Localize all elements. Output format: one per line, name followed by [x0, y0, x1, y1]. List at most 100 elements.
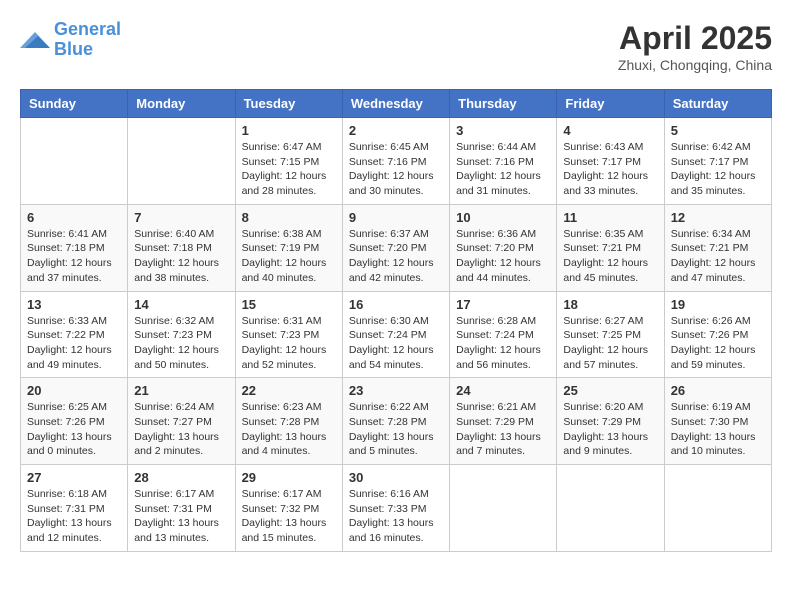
calendar-cell: 5Sunrise: 6:42 AMSunset: 7:17 PMDaylight…	[664, 118, 771, 205]
calendar-cell: 7 Sunrise: 6:40 AMSunset: 7:18 PMDaylight…	[128, 204, 235, 291]
day-number: 12	[671, 210, 765, 225]
day-info: Sunrise: 6:43 AMSunset: 7:17 PMDaylight:…	[563, 140, 657, 199]
day-number: 23	[349, 383, 443, 398]
calendar-cell	[664, 465, 771, 552]
day-info: Sunrise: 6:18 AMSunset: 7:31 PMDaylight:…	[27, 487, 121, 546]
day-number: 29	[242, 470, 336, 485]
day-number: 20	[27, 383, 121, 398]
calendar-cell	[128, 118, 235, 205]
day-number: 25	[563, 383, 657, 398]
calendar-cell: 9 Sunrise: 6:37 AMSunset: 7:20 PMDaylight…	[342, 204, 449, 291]
day-info: Sunrise: 6:35 AMSunset: 7:21 PMDaylight:…	[563, 227, 657, 286]
calendar-week-row: 13Sunrise: 6:33 AMSunset: 7:22 PMDayligh…	[21, 291, 772, 378]
calendar-cell: 2 Sunrise: 6:45 AMSunset: 7:16 PMDaylight…	[342, 118, 449, 205]
day-info: Sunrise: 6:37 AMSunset: 7:20 PMDaylight:…	[349, 227, 443, 286]
day-info: Sunrise: 6:42 AMSunset: 7:17 PMDaylight:…	[671, 140, 765, 199]
calendar-cell	[450, 465, 557, 552]
day-number: 11	[563, 210, 657, 225]
col-thursday: Thursday	[450, 90, 557, 118]
day-info: Sunrise: 6:45 AMSunset: 7:16 PMDaylight:…	[349, 140, 443, 199]
day-number: 30	[349, 470, 443, 485]
day-info: Sunrise: 6:26 AMSunset: 7:26 PMDaylight:…	[671, 314, 765, 373]
day-number: 1	[242, 123, 336, 138]
day-number: 22	[242, 383, 336, 398]
calendar-cell: 11 Sunrise: 6:35 AMSunset: 7:21 PMDayligh…	[557, 204, 664, 291]
calendar-cell: 28Sunrise: 6:17 AMSunset: 7:31 PMDayligh…	[128, 465, 235, 552]
day-number: 17	[456, 297, 550, 312]
calendar-cell: 12 Sunrise: 6:34 AMSunset: 7:21 PMDayligh…	[664, 204, 771, 291]
calendar-cell: 29 Sunrise: 6:17 AMSunset: 7:32 PMDayligh…	[235, 465, 342, 552]
day-info: Sunrise: 6:41 AMSunset: 7:18 PMDaylight:…	[27, 227, 121, 286]
day-info: Sunrise: 6:22 AMSunset: 7:28 PMDaylight:…	[349, 400, 443, 459]
logo-text: General Blue	[54, 20, 121, 60]
calendar-table: Sunday Monday Tuesday Wednesday Thursday…	[20, 89, 772, 552]
day-number: 16	[349, 297, 443, 312]
day-info: Sunrise: 6:19 AMSunset: 7:30 PMDaylight:…	[671, 400, 765, 459]
col-tuesday: Tuesday	[235, 90, 342, 118]
day-number: 6	[27, 210, 121, 225]
day-number: 8	[242, 210, 336, 225]
day-number: 9	[349, 210, 443, 225]
calendar-cell: 10Sunrise: 6:36 AMSunset: 7:20 PMDayligh…	[450, 204, 557, 291]
calendar-cell: 17 Sunrise: 6:28 AMSunset: 7:24 PMDayligh…	[450, 291, 557, 378]
calendar-cell: 25 Sunrise: 6:20 AMSunset: 7:29 PMDayligh…	[557, 378, 664, 465]
day-info: Sunrise: 6:20 AMSunset: 7:29 PMDaylight:…	[563, 400, 657, 459]
calendar-week-row: 27 Sunrise: 6:18 AMSunset: 7:31 PMDayligh…	[21, 465, 772, 552]
calendar-cell: 8Sunrise: 6:38 AMSunset: 7:19 PMDaylight…	[235, 204, 342, 291]
logo: General Blue	[20, 20, 121, 60]
title-block: April 2025 Zhuxi, Chongqing, China	[618, 20, 772, 73]
calendar-week-row: 20 Sunrise: 6:25 AMSunset: 7:26 PMDayligh…	[21, 378, 772, 465]
day-info: Sunrise: 6:32 AMSunset: 7:23 PMDaylight:…	[134, 314, 228, 373]
logo-icon	[20, 28, 50, 52]
day-number: 7	[134, 210, 228, 225]
day-number: 3	[456, 123, 550, 138]
page-header: General Blue April 2025 Zhuxi, Chongqing…	[20, 20, 772, 73]
day-number: 14	[134, 297, 228, 312]
day-number: 13	[27, 297, 121, 312]
calendar-cell	[21, 118, 128, 205]
day-number: 4	[563, 123, 657, 138]
day-info: Sunrise: 6:36 AMSunset: 7:20 PMDaylight:…	[456, 227, 550, 286]
day-info: Sunrise: 6:16 AMSunset: 7:33 PMDaylight:…	[349, 487, 443, 546]
calendar-cell: 15 Sunrise: 6:31 AMSunset: 7:23 PMDayligh…	[235, 291, 342, 378]
day-info: Sunrise: 6:28 AMSunset: 7:24 PMDaylight:…	[456, 314, 550, 373]
calendar-cell: 30 Sunrise: 6:16 AMSunset: 7:33 PMDayligh…	[342, 465, 449, 552]
calendar-cell: 13Sunrise: 6:33 AMSunset: 7:22 PMDayligh…	[21, 291, 128, 378]
day-number: 18	[563, 297, 657, 312]
day-info: Sunrise: 6:23 AMSunset: 7:28 PMDaylight:…	[242, 400, 336, 459]
day-info: Sunrise: 6:47 AMSunset: 7:15 PMDaylight:…	[242, 140, 336, 199]
calendar-cell: 1 Sunrise: 6:47 AMSunset: 7:15 PMDaylight…	[235, 118, 342, 205]
day-number: 26	[671, 383, 765, 398]
calendar-cell: 6 Sunrise: 6:41 AMSunset: 7:18 PMDaylight…	[21, 204, 128, 291]
calendar-cell: 19Sunrise: 6:26 AMSunset: 7:26 PMDayligh…	[664, 291, 771, 378]
col-sunday: Sunday	[21, 90, 128, 118]
day-number: 24	[456, 383, 550, 398]
calendar-header-row: Sunday Monday Tuesday Wednesday Thursday…	[21, 90, 772, 118]
calendar-cell: 18 Sunrise: 6:27 AMSunset: 7:25 PMDayligh…	[557, 291, 664, 378]
day-number: 15	[242, 297, 336, 312]
day-number: 2	[349, 123, 443, 138]
calendar-cell: 3Sunrise: 6:44 AMSunset: 7:16 PMDaylight…	[450, 118, 557, 205]
day-info: Sunrise: 6:25 AMSunset: 7:26 PMDaylight:…	[27, 400, 121, 459]
calendar-cell: 16Sunrise: 6:30 AMSunset: 7:24 PMDayligh…	[342, 291, 449, 378]
calendar-week-row: 1 Sunrise: 6:47 AMSunset: 7:15 PMDaylight…	[21, 118, 772, 205]
calendar-cell: 4 Sunrise: 6:43 AMSunset: 7:17 PMDaylight…	[557, 118, 664, 205]
day-info: Sunrise: 6:31 AMSunset: 7:23 PMDaylight:…	[242, 314, 336, 373]
day-number: 27	[27, 470, 121, 485]
day-number: 21	[134, 383, 228, 398]
day-info: Sunrise: 6:40 AMSunset: 7:18 PMDaylight:…	[134, 227, 228, 286]
day-number: 28	[134, 470, 228, 485]
day-info: Sunrise: 6:27 AMSunset: 7:25 PMDaylight:…	[563, 314, 657, 373]
day-info: Sunrise: 6:34 AMSunset: 7:21 PMDaylight:…	[671, 227, 765, 286]
calendar-cell: 23 Sunrise: 6:22 AMSunset: 7:28 PMDayligh…	[342, 378, 449, 465]
calendar-cell: 14 Sunrise: 6:32 AMSunset: 7:23 PMDayligh…	[128, 291, 235, 378]
col-saturday: Saturday	[664, 90, 771, 118]
col-monday: Monday	[128, 90, 235, 118]
calendar-cell	[557, 465, 664, 552]
calendar-cell: 26 Sunrise: 6:19 AMSunset: 7:30 PMDayligh…	[664, 378, 771, 465]
day-info: Sunrise: 6:24 AMSunset: 7:27 PMDaylight:…	[134, 400, 228, 459]
calendar-cell: 20 Sunrise: 6:25 AMSunset: 7:26 PMDayligh…	[21, 378, 128, 465]
day-info: Sunrise: 6:17 AMSunset: 7:32 PMDaylight:…	[242, 487, 336, 546]
calendar-cell: 24Sunrise: 6:21 AMSunset: 7:29 PMDayligh…	[450, 378, 557, 465]
calendar-week-row: 6 Sunrise: 6:41 AMSunset: 7:18 PMDaylight…	[21, 204, 772, 291]
